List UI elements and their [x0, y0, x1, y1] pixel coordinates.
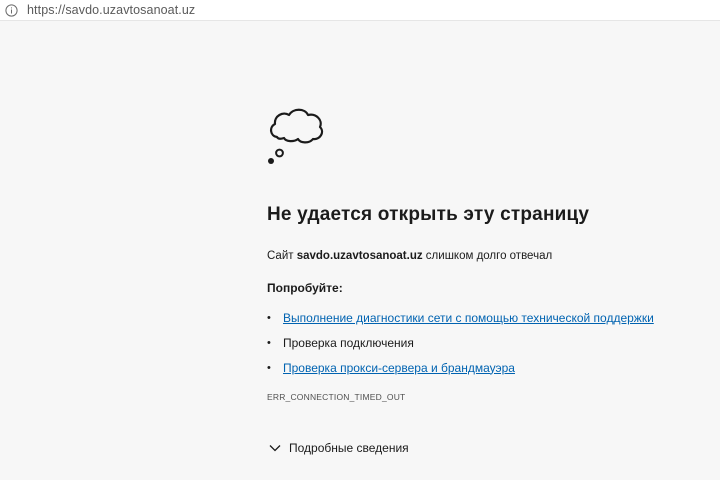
details-label[interactable]: Подробные сведения — [289, 441, 409, 455]
site-name: savdo.uzavtosanoat.uz — [296, 250, 423, 262]
error-code: ERR_CONNECTION_TIMED_OUT — [267, 392, 406, 402]
error-title: Не удается открыть эту страницу — [267, 204, 590, 225]
chevron-down-icon[interactable] — [269, 442, 281, 454]
bullet: • — [267, 336, 271, 349]
check-connection-text: Проверка подключения — [283, 335, 414, 350]
try-heading: Попробуйте: — [267, 281, 343, 295]
url-text[interactable]: https://savdo.uzavtosanoat.uz — [27, 3, 195, 17]
suggestion-item-proxy: • Проверка прокси-сервера и брандмауэра — [267, 355, 654, 380]
proxy-firewall-link[interactable]: Проверка прокси-сервера и брандмауэра — [283, 361, 515, 375]
details-toggle[interactable]: Подробные сведения — [269, 441, 409, 455]
suggestion-item-diagnostics: • Выполнение диагностики сети с помощью … — [267, 305, 654, 330]
error-description: Сайт savdo.uzavtosanoat.uz слишком долго… — [267, 250, 552, 262]
bullet: • — [267, 311, 271, 324]
suggestion-item-connection: • Проверка подключения — [267, 330, 654, 355]
desc-suffix: слишком долго отвечал — [422, 250, 553, 262]
address-bar[interactable]: https://savdo.uzavtosanoat.uz — [0, 0, 720, 21]
bullet: • — [267, 361, 271, 374]
suggestion-list: • Выполнение диагностики сети с помощью … — [267, 305, 654, 380]
network-diagnostics-link[interactable]: Выполнение диагностики сети с помощью те… — [283, 311, 654, 325]
thought-cloud-icon — [267, 105, 329, 167]
desc-prefix: Сайт — [267, 250, 297, 262]
info-icon[interactable] — [3, 2, 19, 18]
